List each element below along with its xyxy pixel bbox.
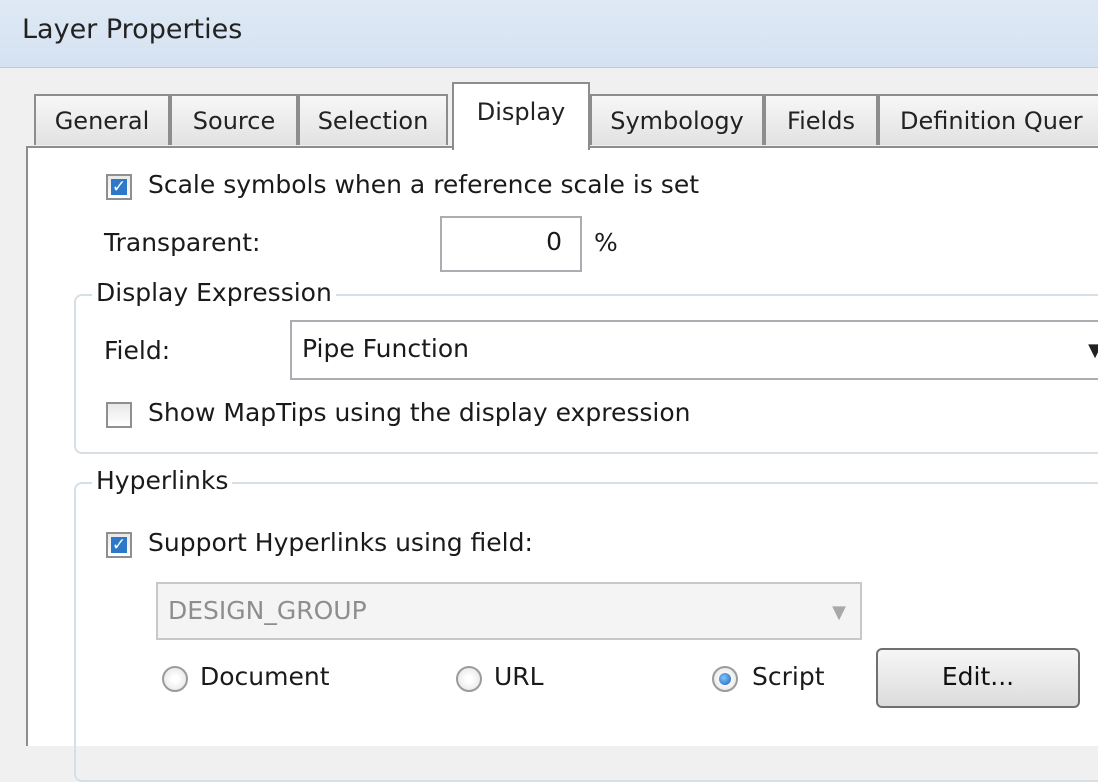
- tab-definition-query[interactable]: Definition Quer: [878, 94, 1098, 145]
- display-field-dropdown[interactable]: Pipe Function ▼: [290, 320, 1098, 380]
- transparency-unit: %: [594, 228, 618, 257]
- scale-symbols-checkbox[interactable]: ✓: [106, 174, 132, 200]
- document-radio-label: Document: [200, 662, 330, 691]
- display-expression-legend: Display Expression: [92, 278, 336, 307]
- maptips-label: Show MapTips using the display expressio…: [148, 398, 691, 427]
- tab-fields[interactable]: Fields: [764, 94, 878, 145]
- hyperlink-field-dropdown[interactable]: DESIGN_GROUP ▼: [156, 582, 862, 640]
- title-bar: Layer Properties: [0, 0, 1098, 68]
- url-radio-label: URL: [494, 662, 544, 691]
- display-tab-panel: ✓ Scale symbols when a reference scale i…: [26, 146, 1098, 782]
- support-hyperlinks-checkbox[interactable]: ✓: [106, 532, 132, 558]
- check-icon: ✓: [111, 535, 127, 555]
- display-expression-group: Display Expression Field: Pipe Function …: [74, 278, 1098, 454]
- tab-display[interactable]: Display: [452, 82, 590, 150]
- edit-button[interactable]: Edit...: [876, 648, 1080, 708]
- url-radio[interactable]: [456, 666, 482, 692]
- support-hyperlinks-label: Support Hyperlinks using field:: [148, 528, 533, 557]
- transparency-input[interactable]: 0: [440, 216, 582, 272]
- hyperlink-field-value: DESIGN_GROUP: [168, 596, 367, 625]
- chevron-down-icon: ▼: [1088, 340, 1098, 361]
- chevron-down-icon: ▼: [832, 602, 846, 623]
- tab-general[interactable]: General: [34, 94, 170, 145]
- scale-symbols-label: Scale symbols when a reference scale is …: [148, 170, 700, 199]
- check-icon: ✓: [111, 177, 127, 197]
- document-radio[interactable]: [162, 666, 188, 692]
- script-radio[interactable]: [712, 666, 738, 692]
- display-field-value: Pipe Function: [302, 334, 470, 363]
- field-label: Field:: [104, 336, 171, 365]
- tab-symbology[interactable]: Symbology: [590, 94, 764, 145]
- hyperlinks-legend: Hyperlinks: [92, 466, 233, 495]
- hyperlinks-group: Hyperlinks ✓ Support Hyperlinks using fi…: [74, 466, 1098, 782]
- script-radio-label: Script: [752, 662, 825, 691]
- tab-source[interactable]: Source: [170, 94, 298, 145]
- tab-selection[interactable]: Selection: [298, 94, 448, 145]
- maptips-checkbox[interactable]: [106, 402, 132, 428]
- tab-strip: General Source Selection Display Symbolo…: [0, 82, 1098, 150]
- transparent-label: Transparent:: [104, 228, 261, 257]
- window-title: Layer Properties: [22, 14, 243, 45]
